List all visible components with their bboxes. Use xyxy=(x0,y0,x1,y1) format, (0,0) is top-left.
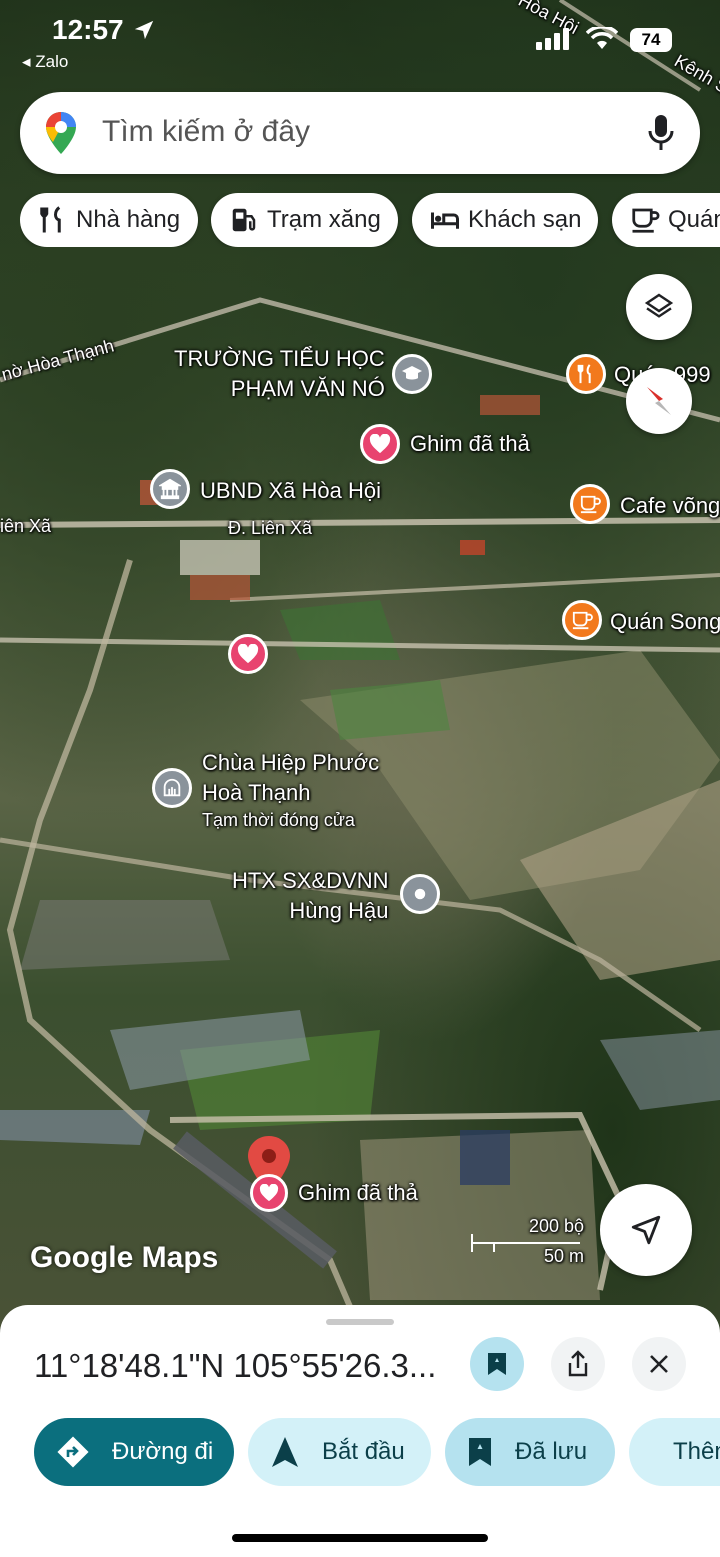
bookmark-icon xyxy=(488,1353,506,1375)
place-school-label[interactable]: TRƯỜNG TIỂU HỌC PHẠM VĂN NÓ xyxy=(174,344,385,403)
sheet-drag-handle[interactable] xyxy=(326,1319,394,1325)
google-maps-pin-icon xyxy=(46,112,76,154)
back-to-app-link[interactable]: ◂ Zalo xyxy=(22,52,68,72)
navigation-arrow-icon xyxy=(631,1215,661,1245)
wifi-icon xyxy=(586,27,618,49)
restaurant-pin-icon[interactable] xyxy=(566,354,606,394)
chip-label: Quán xyxy=(668,206,720,233)
dropped-pin-label[interactable]: Ghim đã thả xyxy=(298,1178,418,1208)
place-htx-label[interactable]: HTX SX&DVNN Hùng Hậu xyxy=(232,866,388,925)
share-icon xyxy=(568,1350,588,1377)
action-label: Đã lưu xyxy=(515,1438,588,1465)
coffee-icon xyxy=(632,208,660,233)
place-quan-song-label[interactable]: Quán Song xyxy=(610,607,720,637)
directions-icon xyxy=(57,1436,89,1468)
hotel-icon xyxy=(431,212,459,229)
government-pin-icon[interactable] xyxy=(150,469,190,509)
saved-bookmark-button[interactable] xyxy=(470,1337,524,1391)
dropped-pin-coordinates: 11°18'48.1"N 105°55'26.3... xyxy=(34,1347,437,1384)
saved-pin-heart-2-icon[interactable] xyxy=(228,634,268,674)
close-icon xyxy=(650,1355,668,1373)
bookmark-icon xyxy=(469,1438,491,1466)
road-label-lien-xa: Đ. Liên Xã xyxy=(228,518,313,538)
chip-hotels[interactable]: Khách sạn xyxy=(412,193,598,247)
search-input[interactable]: Tìm kiếm ở đây xyxy=(102,115,310,149)
my-location-button[interactable] xyxy=(600,1184,692,1276)
compass-button[interactable] xyxy=(626,368,692,434)
chip-label: Khách sạn xyxy=(468,206,582,233)
dropped-pin-heart-icon[interactable] xyxy=(250,1174,288,1212)
saved-pin-heart-icon[interactable] xyxy=(360,424,400,464)
chip-restaurants[interactable]: Nhà hàng xyxy=(20,193,198,247)
generic-place-pin-icon[interactable] xyxy=(400,874,440,914)
google-maps-logo: Google Maps xyxy=(30,1241,219,1274)
place-cafe-label[interactable]: Cafe võng xyxy=(620,491,720,521)
place-pagoda-status: Tạm thời đóng cửa xyxy=(202,810,355,830)
status-bar: 12:57 ◂ Zalo 74 xyxy=(0,0,720,80)
directions-button[interactable]: Đường đi xyxy=(34,1418,234,1486)
action-label: Bắt đầu xyxy=(322,1438,405,1465)
close-button[interactable] xyxy=(632,1337,686,1391)
saved-button[interactable]: Đã lưu xyxy=(445,1418,615,1486)
chip-label: Trạm xăng xyxy=(267,206,381,233)
home-indicator[interactable] xyxy=(232,1534,488,1542)
battery-indicator: 74 xyxy=(630,28,672,52)
layers-icon xyxy=(644,293,674,318)
chip-label: Nhà hàng xyxy=(76,206,181,233)
place-pin-label-1[interactable]: Ghim đã thả xyxy=(410,429,530,459)
place-ubnd-label[interactable]: UBND Xã Hòa Hội xyxy=(200,476,381,506)
restaurant-icon xyxy=(40,206,61,233)
search-bar[interactable]: Tìm kiếm ở đây xyxy=(20,92,700,174)
pagoda-pin-icon[interactable] xyxy=(152,768,192,808)
road-label-lien-xa-left: iên Xã xyxy=(0,516,52,536)
place-bottom-sheet: 11°18'48.1"N 105°55'26.3... Đường đi Bắt… xyxy=(0,1305,720,1557)
cellular-signal-icon xyxy=(536,28,569,50)
location-arrow-icon xyxy=(134,20,154,40)
place-pagoda-label[interactable]: Chùa Hiệp Phước Hoà Thạnh xyxy=(202,748,379,807)
start-navigation-button[interactable]: Bắt đầu xyxy=(248,1418,431,1486)
navigation-arrow-icon xyxy=(272,1437,298,1467)
gas-station-icon xyxy=(232,208,256,232)
cafe-pin-icon[interactable] xyxy=(570,484,610,524)
microphone-icon[interactable] xyxy=(648,114,674,152)
action-label: Đường đi xyxy=(112,1438,214,1465)
share-button[interactable] xyxy=(551,1337,605,1391)
action-label: Thêm nhãn xyxy=(673,1438,720,1465)
add-label-button[interactable]: Thêm nhãn xyxy=(629,1418,720,1486)
cafe-pin-2-icon[interactable] xyxy=(562,600,602,640)
school-pin-icon[interactable] xyxy=(392,354,432,394)
compass-icon xyxy=(647,387,671,415)
scale-bar: 200 bộ 50 m xyxy=(470,1214,590,1266)
status-time: 12:57 xyxy=(52,14,124,45)
layers-button[interactable] xyxy=(626,274,692,340)
category-chips: Nhà hàng Trạm xăng Khách sạn Quán xyxy=(20,193,720,247)
chip-gas-stations[interactable]: Trạm xăng xyxy=(211,193,398,247)
chip-coffee[interactable]: Quán xyxy=(612,193,720,247)
